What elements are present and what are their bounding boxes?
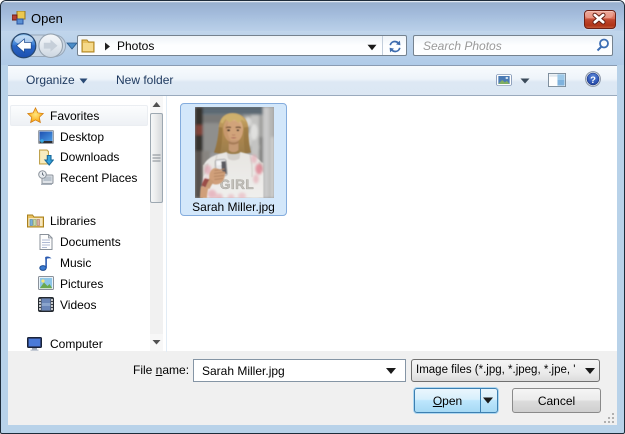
- svg-text:?: ?: [590, 75, 596, 86]
